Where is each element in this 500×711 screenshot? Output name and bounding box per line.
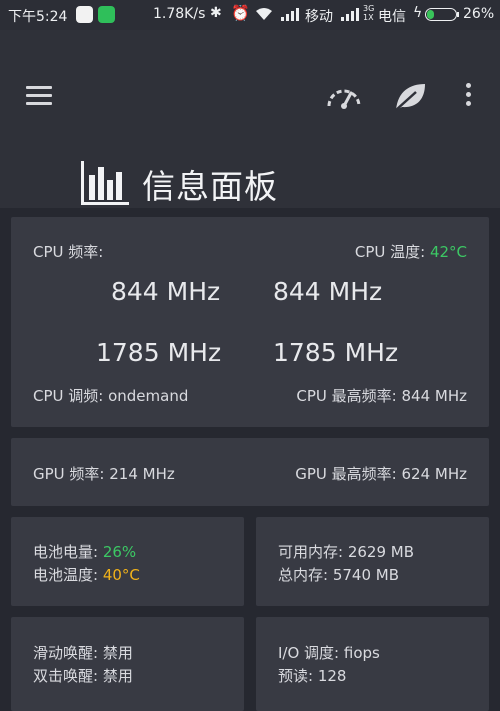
- cpu-temperature: CPU 温度: 42°C: [354, 243, 467, 261]
- page-title: 信息面板: [142, 167, 278, 206]
- signal-icon: [341, 8, 359, 21]
- leaf-icon[interactable]: [392, 81, 428, 113]
- cpu-core-freq: 1785 MHz: [273, 338, 399, 367]
- cpu-governor: CPU 调频: ondemand: [33, 387, 189, 405]
- cpu-core-freq: 844 MHz: [273, 277, 383, 306]
- network-type: 3G 1X: [363, 4, 375, 22]
- battery-level-value: 26%: [102, 543, 137, 561]
- carrier-2: 电信: [378, 9, 406, 25]
- gpu-card[interactable]: GPU 频率: 214 MHz GPU 最高频率: 624 MHz: [11, 438, 489, 506]
- status-time: 下午5:24: [8, 9, 68, 25]
- battery-level: 电池电量: 26%: [33, 543, 137, 561]
- network-speed: 1.78K/s: [153, 6, 206, 22]
- battery-fill: [427, 10, 434, 19]
- app-header: 信息面板: [0, 30, 500, 208]
- wake-gestures-card[interactable]: 滑动唤醒: 禁用 双击唤醒: 禁用: [11, 617, 244, 711]
- cpu-max-frequency: CPU 最高频率: 844 MHz: [296, 387, 467, 405]
- gpu-max-frequency: GPU 最高频率: 624 MHz: [295, 465, 467, 483]
- bluetooth-icon: ✱: [210, 5, 222, 21]
- charging-icon: ϟ: [413, 5, 423, 21]
- battery-percent: 26%: [463, 6, 495, 22]
- cpu-card[interactable]: CPU 频率: CPU 温度: 42°C 844 MHz 844 MHz 178…: [11, 217, 489, 427]
- speedometer-icon[interactable]: [325, 82, 363, 110]
- read-ahead: 预读: 128: [278, 667, 347, 685]
- more-vert-icon[interactable]: [464, 83, 472, 110]
- battery-temperature-value: 40°C: [102, 566, 140, 584]
- carrier-1: 移动: [305, 9, 333, 25]
- battery-card[interactable]: 电池电量: 26% 电池温度: 40°C: [11, 517, 244, 606]
- cpu-core-freq: 1785 MHz: [96, 338, 222, 367]
- app-icon: [98, 6, 115, 23]
- bar-chart-icon: [81, 161, 129, 205]
- menu-icon[interactable]: [26, 86, 52, 106]
- gpu-frequency: GPU 频率: 214 MHz: [33, 465, 175, 483]
- total-memory: 总内存: 5740 MB: [278, 566, 399, 584]
- sweep-to-wake: 滑动唤醒: 禁用: [33, 644, 133, 662]
- io-scheduler: I/O 调度: fiops: [278, 644, 380, 662]
- status-bar: 下午5:24 1.78K/s ✱ ⏰ 移动 3G 1X 电信 ϟ 26%: [0, 0, 500, 30]
- available-memory: 可用内存: 2629 MB: [278, 543, 414, 561]
- io-card[interactable]: I/O 调度: fiops 预读: 128: [256, 617, 489, 711]
- cpu-frequency-label: CPU 频率:: [33, 243, 104, 261]
- cpu-temperature-value: 42°C: [429, 243, 467, 261]
- double-tap-to-wake: 双击唤醒: 禁用: [33, 667, 133, 685]
- battery-tip: [457, 12, 459, 17]
- qq-icon: [76, 6, 93, 23]
- cpu-core-freq: 844 MHz: [111, 277, 221, 306]
- memory-card[interactable]: 可用内存: 2629 MB 总内存: 5740 MB: [256, 517, 489, 606]
- battery-icon: [425, 8, 457, 21]
- alarm-off-icon: ⏰: [231, 4, 250, 22]
- signal-icon: [281, 8, 299, 21]
- battery-temperature: 电池温度: 40°C: [33, 566, 140, 584]
- wifi-icon: [256, 8, 272, 20]
